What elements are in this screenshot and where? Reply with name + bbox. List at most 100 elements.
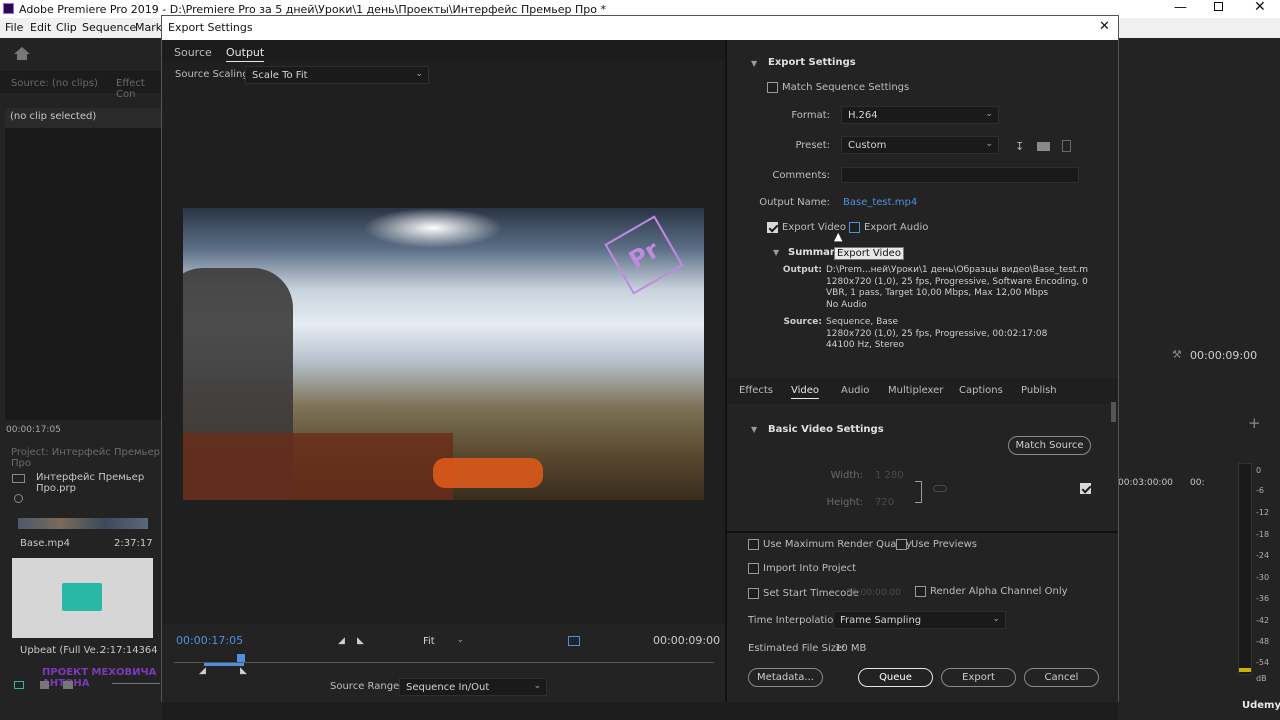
- max-render-checkbox[interactable]: [748, 539, 759, 550]
- file-size-label: Estimated File Size:: [748, 643, 846, 654]
- program-timecode: 00:00:09:00: [1190, 349, 1258, 362]
- fit-dropdown[interactable]: Fit ⌄: [416, 632, 470, 650]
- aspect-toggle-icon[interactable]: [568, 636, 580, 646]
- dialog-close-icon[interactable]: ✕: [1099, 19, 1110, 34]
- list-view-icon[interactable]: [14, 681, 24, 689]
- end-time: 00:00:09:00: [653, 634, 721, 647]
- effect-controls-tab[interactable]: Effect Con: [116, 78, 162, 100]
- project-item-duration: 2:17:14364: [100, 645, 158, 656]
- set-start-timecode-label: Set Start Timecode: [763, 588, 859, 599]
- comments-field[interactable]: [841, 167, 1079, 183]
- tab-effects[interactable]: Effects: [739, 385, 773, 396]
- home-icon[interactable]: [14, 47, 30, 54]
- add-icon[interactable]: +: [1248, 414, 1261, 432]
- chevron-down-icon: ⌄: [992, 614, 1000, 624]
- height-value[interactable]: 720: [875, 497, 894, 508]
- window-close-icon[interactable]: ✕: [1254, 0, 1266, 15]
- zoom-slider[interactable]: [112, 683, 160, 684]
- cancel-button[interactable]: Cancel: [1024, 668, 1099, 687]
- tab-audio[interactable]: Audio: [841, 385, 869, 396]
- settings-pane: ▼ Export Settings Match Sequence Setting…: [727, 40, 1118, 702]
- match-sequence-checkbox[interactable]: [767, 82, 778, 93]
- format-label: Format:: [791, 110, 830, 121]
- render-alpha-checkbox[interactable]: [915, 586, 926, 597]
- current-time[interactable]: 00:00:17:05: [176, 634, 243, 647]
- project-tab[interactable]: Project: Интерфейс Премьер Про: [11, 447, 162, 469]
- tab-source[interactable]: Source: [174, 46, 212, 59]
- video-preview: Pr: [183, 208, 704, 500]
- menu-clip[interactable]: Clip: [56, 21, 77, 34]
- delete-preset-icon[interactable]: [1062, 140, 1071, 152]
- match-source-button[interactable]: Match Source: [1008, 436, 1091, 455]
- summary-source-label: Source:: [783, 317, 822, 327]
- in-point-icon[interactable]: ◢: [199, 666, 206, 676]
- import-preset-icon[interactable]: [1037, 142, 1050, 151]
- basic-video-triangle-icon[interactable]: ▼: [751, 425, 757, 434]
- time-interpolation-dropdown[interactable]: Frame Sampling ⌄: [833, 611, 1006, 629]
- chevron-down-icon: ⌄: [415, 69, 423, 79]
- summary-output-label: Output:: [782, 265, 822, 275]
- project-item-name: Upbeat (Full Ve...: [20, 645, 106, 656]
- source-range-dropdown[interactable]: Sequence In/Out ⌄: [399, 678, 547, 696]
- width-value[interactable]: 1 280: [875, 470, 904, 481]
- export-audio-checkbox[interactable]: [849, 222, 860, 233]
- playhead-icon[interactable]: [237, 654, 245, 662]
- tab-captions[interactable]: Captions: [959, 385, 1003, 396]
- collapse-triangle-icon[interactable]: ▼: [751, 59, 757, 68]
- chain-link-icon[interactable]: [933, 485, 947, 492]
- start-timecode-value[interactable]: 00:00:00:00: [846, 588, 901, 598]
- menu-edit[interactable]: Edit: [30, 21, 51, 34]
- menu-file[interactable]: File: [5, 21, 23, 34]
- summary-triangle-icon[interactable]: ▼: [773, 248, 779, 257]
- set-start-timecode-checkbox[interactable]: [748, 588, 759, 599]
- work-area-bar[interactable]: [204, 663, 244, 666]
- import-project-checkbox[interactable]: [748, 563, 759, 574]
- audio-meter: [1238, 463, 1252, 675]
- settings-scrollbar[interactable]: [1111, 402, 1116, 422]
- maximize-icon[interactable]: [1214, 2, 1223, 11]
- size-checkbox[interactable]: [1080, 483, 1091, 494]
- source-scaling-dropdown[interactable]: Scale To Fit ⌄: [245, 66, 429, 84]
- minimize-icon[interactable]: —: [1174, 0, 1187, 15]
- export-settings-dialog: Export Settings ✕ Source Output Source S…: [161, 15, 1119, 702]
- project-name: Интерфейс Премьер Про.prp: [36, 472, 145, 494]
- tab-multiplexer[interactable]: Multiplexer: [888, 385, 943, 396]
- queue-button[interactable]: Queue: [858, 668, 933, 687]
- no-clip-selected: (no clip selected): [10, 111, 97, 122]
- out-point-icon[interactable]: ◣: [240, 666, 247, 676]
- pane-divider: [725, 40, 727, 702]
- tab-video[interactable]: Video: [791, 385, 820, 399]
- preview-pane: Source Output Source Scaling: Scale To F…: [162, 40, 725, 702]
- chevron-down-icon: ⌄: [456, 635, 464, 645]
- menu-sequence[interactable]: Sequence: [82, 21, 136, 34]
- max-render-label: Use Maximum Render Quality: [763, 539, 912, 550]
- premiere-logo-icon: [3, 3, 14, 14]
- export-button[interactable]: Export: [941, 668, 1016, 687]
- premiere-watermark-badge: Pr: [604, 215, 684, 295]
- output-name-link[interactable]: Base_test.mp4: [843, 197, 917, 208]
- export-video-checkbox[interactable]: [767, 222, 778, 233]
- tab-publish[interactable]: Publish: [1021, 385, 1057, 396]
- search-icon[interactable]: [14, 494, 23, 503]
- use-previews-checkbox[interactable]: [896, 539, 907, 550]
- icon-view-icon[interactable]: [40, 681, 49, 689]
- metadata-button[interactable]: Metadata...: [748, 668, 823, 687]
- timeline-timecode: 00:03:00:00: [1118, 478, 1173, 488]
- timeline-timecode-end: 00:: [1190, 478, 1205, 488]
- mark-out-icon[interactable]: ◣: [357, 636, 364, 646]
- save-preset-icon[interactable]: ↧: [1015, 140, 1024, 153]
- format-dropdown[interactable]: H.264 ⌄: [841, 106, 999, 124]
- tab-output[interactable]: Output: [226, 46, 265, 62]
- time-interpolation-label: Time Interpolation:: [748, 615, 844, 626]
- source-monitor-tab[interactable]: Source: (no clips): [11, 78, 98, 89]
- summary-source: Sequence, Base 1280x720 (1,0), 25 fps, P…: [826, 317, 1048, 350]
- output-name-label: Output Name:: [759, 197, 830, 208]
- basic-video-header: Basic Video Settings: [768, 424, 884, 435]
- wrench-icon[interactable]: ⚒: [1172, 348, 1182, 361]
- render-alpha-label: Render Alpha Channel Only: [930, 586, 1068, 597]
- base-mp4-thumbnail[interactable]: [18, 518, 148, 529]
- mark-in-icon[interactable]: ◢: [338, 636, 345, 646]
- preset-dropdown[interactable]: Custom ⌄: [841, 136, 999, 154]
- freeform-view-icon[interactable]: [63, 681, 73, 689]
- export-audio-label: Export Audio: [864, 222, 929, 233]
